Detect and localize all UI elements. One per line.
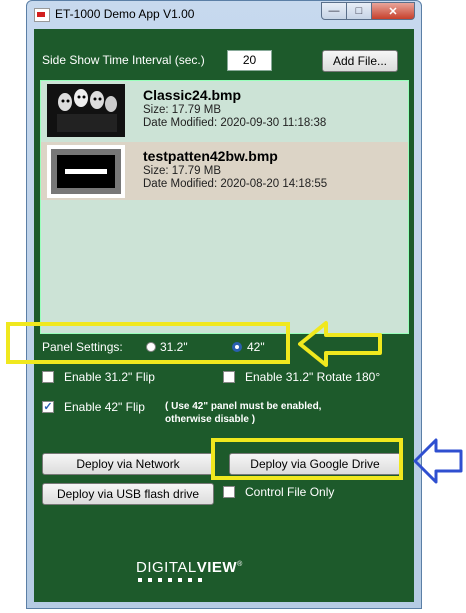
list-item[interactable]: Classic24.bmp Size: 17.79 MB Date Modifi…: [41, 81, 408, 139]
flip-42-checkbox[interactable]: ✓: [42, 401, 54, 413]
main-panel: Side Show Time Interval (sec.) 20 Add Fi…: [34, 29, 414, 602]
logo-text-view: VIEW: [196, 559, 238, 576]
maximize-icon: □: [355, 5, 363, 17]
google-drive-highlight: [211, 438, 403, 480]
slideshow-interval-label: Side Show Time Interval (sec.): [42, 53, 205, 67]
flip-31-label: Enable 31.2" Flip: [64, 370, 155, 384]
window-title: ET-1000 Demo App V1.00: [55, 7, 195, 21]
flip-42-note: ( Use 42" panel must be enabled,: [165, 401, 322, 412]
flip-42-label: Enable 42" Flip: [64, 400, 145, 414]
file-size: Size: 17.79 MB: [143, 104, 221, 116]
file-date: Date Modified: 2020-09-30 11:18:38: [143, 117, 327, 129]
control-file-only-label: Control File Only: [245, 485, 335, 499]
list-item[interactable]: testpatten42bw.bmp Size: 17.79 MB Date M…: [41, 142, 408, 200]
control-file-only-checkbox[interactable]: [223, 486, 235, 498]
yellow-arrow-icon: [298, 321, 382, 367]
close-button[interactable]: ✕: [372, 2, 415, 20]
rotate-31-checkbox[interactable]: [223, 371, 235, 383]
add-file-button[interactable]: Add File...: [322, 50, 398, 72]
app-icon: [34, 8, 50, 22]
minimize-button[interactable]: —: [321, 2, 347, 20]
close-icon: ✕: [388, 5, 398, 18]
maximize-button[interactable]: □: [347, 2, 372, 20]
classic-thumbnail: [47, 84, 125, 137]
file-size: Size: 17.79 MB: [143, 165, 221, 177]
blue-arrow-icon: [413, 438, 463, 484]
logo-text-digital: DIGITAL: [136, 559, 197, 576]
title-bar: ET-1000 Demo App V1.00 — □ ✕: [27, 1, 421, 29]
flip-42-note-2: otherwise disable ): [165, 414, 256, 425]
test-pattern-thumbnail: [47, 145, 125, 198]
file-name: testpatten42bw.bmp: [143, 148, 278, 164]
check-icon: ✓: [43, 401, 53, 413]
file-date: Date Modified: 2020-08-20 14:18:55: [143, 178, 328, 190]
file-list[interactable]: Classic24.bmp Size: 17.79 MB Date Modifi…: [40, 80, 409, 334]
flip-31-checkbox[interactable]: [42, 371, 54, 383]
minimize-icon: —: [328, 5, 340, 17]
logo-registered-mark: ®: [237, 561, 243, 568]
deploy-network-button[interactable]: Deploy via Network: [42, 453, 214, 475]
panel-settings-highlight: [6, 322, 290, 364]
logo-dots: [138, 578, 202, 582]
window-controls: — □ ✕: [321, 2, 415, 20]
deploy-usb-button[interactable]: Deploy via USB flash drive: [42, 483, 214, 505]
slideshow-interval-input[interactable]: 20: [227, 50, 272, 71]
app-window: ET-1000 Demo App V1.00 — □ ✕ Side Show T…: [26, 0, 422, 609]
rotate-31-label: Enable 31.2" Rotate 180°: [245, 370, 381, 384]
digitalview-logo: DIGITALVIEW®: [136, 559, 243, 576]
file-name: Classic24.bmp: [143, 87, 242, 103]
